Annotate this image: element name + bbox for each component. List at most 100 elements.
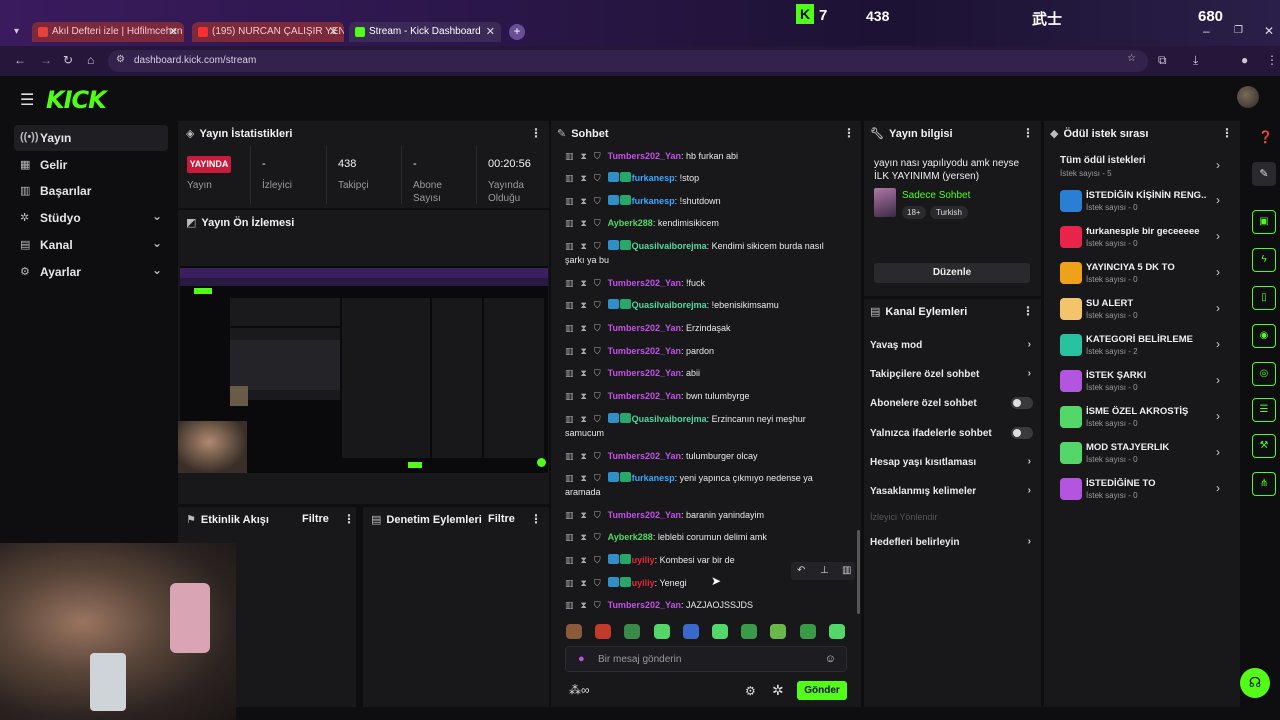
rail-camera-icon[interactable]: ▣ [1252, 210, 1276, 234]
chat-username[interactable]: Tumbers202_Yan [608, 391, 681, 401]
sidebar-item-1[interactable]: ▦ Gelir [14, 152, 168, 178]
rail-list-icon[interactable]: ☰ [1252, 398, 1276, 422]
chat-settings-icon[interactable]: ⚙ [745, 684, 756, 698]
ban-shield-icon[interactable]: ⛉ [594, 473, 601, 483]
chat-username[interactable]: Quasilvaiborejma [632, 241, 707, 251]
chat-username[interactable]: Tumbers202_Yan [608, 510, 681, 520]
chat-commands-icon[interactable]: ⁂∞ [569, 683, 590, 697]
chat-message[interactable]: ▥ ⧗ ⛉ Quasilvaiborejma: !ebenisikimsamu [565, 298, 845, 312]
channel-action-row[interactable]: Hesap yaşı kısıtlaması › [870, 456, 1035, 468]
edit-stream-button[interactable]: Düzenle [874, 263, 1030, 283]
chat-username[interactable]: uyiliy [632, 578, 655, 588]
timeout-hourglass-icon[interactable]: ⧗ [581, 532, 587, 542]
reward-item[interactable]: SU ALERT İstek sayısı - 0 › [1058, 296, 1226, 324]
timeout-hourglass-icon[interactable]: ⧗ [581, 451, 587, 461]
delete-message-icon[interactable]: ▥ [565, 368, 574, 378]
site-info-icon[interactable]: ⚙ [116, 54, 125, 65]
timeout-hourglass-icon[interactable]: ⧗ [581, 391, 587, 401]
rail-broadcast-icon[interactable]: ◎ [1252, 362, 1276, 386]
chat-message[interactable]: ▥ ⧗ ⛉ Tumbers202_Yan: bwn tulumbyrge [565, 389, 845, 403]
timeout-hourglass-icon[interactable]: ⧗ [581, 323, 587, 333]
timeout-hourglass-icon[interactable]: ⧗ [581, 218, 587, 228]
timeout-hourglass-icon[interactable]: ⧗ [581, 555, 587, 565]
delete-message-icon[interactable]: ▥ [565, 532, 574, 542]
browser-menu-icon[interactable]: ⋮ [1266, 53, 1278, 67]
rail-tools-icon[interactable]: ⚒ [1252, 434, 1276, 458]
channel-action-row[interactable]: Hedefleri belirleyin › [870, 536, 1035, 548]
chat-scrollbar[interactable] [857, 530, 860, 614]
delete-message-icon[interactable]: ▥ [565, 346, 574, 356]
chat-username[interactable]: Tumbers202_Yan [608, 278, 681, 288]
chat-message[interactable]: ▥ ⧗ ⛉ Tumbers202_Yan: abii [565, 366, 845, 380]
timeout-hourglass-icon[interactable]: ⧗ [581, 278, 587, 288]
chat-input[interactable]: ● Bir mesaj gönderin ☺ [565, 646, 847, 672]
audit-menu-icon[interactable]: ⋮ [530, 512, 542, 526]
chat-username[interactable]: Tumbers202_Yan [608, 600, 681, 610]
chat-username[interactable]: Tumbers202_Yan [608, 323, 681, 333]
ban-shield-icon[interactable]: ⛉ [594, 391, 601, 401]
reward-item[interactable]: KATEGORİ BELİRLEME İstek sayısı - 2 › [1058, 332, 1226, 360]
timeout-hourglass-icon[interactable]: ⧗ [581, 196, 587, 206]
ban-shield-icon[interactable]: ⛉ [594, 173, 601, 183]
rail-lightning-icon[interactable]: ϟ [1252, 248, 1276, 272]
delete-message-icon[interactable]: ▥ [565, 414, 574, 424]
reply-icon[interactable]: ↶ [797, 565, 805, 576]
emote-icon[interactable] [712, 624, 728, 639]
reward-item[interactable]: MOD STAJYERLIK İstek sayısı - 0 › [1058, 440, 1226, 468]
kick-logo[interactable]: KICK [46, 86, 107, 114]
activity-menu-icon[interactable]: ⋮ [343, 512, 355, 526]
timeout-hourglass-icon[interactable]: ⧗ [581, 578, 587, 588]
sidebar-item-3[interactable]: ✲ Stüdyo ⌄ [14, 205, 168, 231]
channel-action-row[interactable]: Takipçilere özel sohbet › [870, 368, 1035, 380]
ban-shield-icon[interactable]: ⛉ [594, 600, 601, 610]
timeout-hourglass-icon[interactable]: ⧗ [581, 600, 587, 610]
tab-close-icon[interactable]: ✕ [329, 25, 338, 38]
timeout-hourglass-icon[interactable]: ⧗ [581, 368, 587, 378]
tab-close-icon[interactable]: ✕ [486, 25, 495, 38]
emote-icon[interactable] [595, 624, 612, 639]
channel-action-row[interactable]: Yasaklanmış kelimeler › [870, 485, 1035, 497]
tab-list-dropdown-icon[interactable]: ▾ [14, 26, 19, 37]
rail-chat-icon[interactable]: ◉ [1252, 324, 1276, 348]
toggle-switch[interactable] [1011, 427, 1033, 439]
ban-shield-icon[interactable]: ⛉ [594, 578, 601, 588]
chat-username[interactable]: furkanesp [632, 196, 675, 206]
timeout-hourglass-icon[interactable]: ⧗ [581, 414, 587, 424]
chat-message[interactable]: ▥ ⧗ ⛉ furkanesp: yeni yapınca çıkmıyo neden… [565, 471, 845, 499]
chat-username[interactable]: Quasilvaiborejma [632, 414, 707, 424]
chat-username[interactable]: Ayberk288 [608, 532, 653, 542]
forward-icon[interactable]: → [40, 53, 52, 67]
timeout-hourglass-icon[interactable]: ⧗ [581, 151, 587, 161]
ban-shield-icon[interactable]: ⛉ [594, 151, 601, 161]
category-name[interactable]: Sadece Sohbet [902, 190, 970, 201]
chat-message[interactable]: ▥ ⧗ ⛉ furkanesp: !shutdown [565, 194, 845, 208]
chat-username[interactable]: Tumbers202_Yan [608, 346, 681, 356]
chat-username[interactable]: Tumbers202_Yan [608, 368, 681, 378]
delete-message-icon[interactable]: ▥ [565, 173, 574, 183]
chat-message[interactable]: ▥ ⧗ ⛉ Quasilvaiborejma: Kendimi sikicem bur… [565, 239, 845, 267]
chat-message[interactable]: ▥ ⧗ ⛉ furkanesp: !stop [565, 171, 845, 185]
chat-message[interactable]: ▥ ⧗ ⛉ Quasilvaiborejma: Erzincanın neyi meş… [565, 412, 845, 440]
edit-pencil-icon[interactable]: ✎ [1252, 162, 1276, 186]
emote-icon[interactable] [770, 624, 787, 639]
ban-shield-icon[interactable]: ⛉ [594, 532, 601, 542]
reward-menu-icon[interactable]: ⋮ [1221, 126, 1233, 140]
minimize-icon[interactable]: – [1203, 24, 1210, 38]
delete-message-icon[interactable]: ▥ [565, 218, 574, 228]
timeout-hourglass-icon[interactable]: ⧗ [581, 300, 587, 310]
emote-icon[interactable] [799, 624, 816, 639]
microphone-icon[interactable]: ● [578, 653, 585, 665]
emote-icon[interactable] [682, 624, 699, 639]
emoji-icon[interactable]: ☺ [825, 653, 836, 665]
reward-item[interactable]: YAYINCIYA 5 DK TO İstek sayısı - 0 › [1058, 260, 1226, 288]
chat-message[interactable]: ▥ ⧗ ⛉ Tumbers202_Yan: baranin yanindayim [565, 508, 845, 522]
emote-icon[interactable] [566, 624, 582, 639]
user-avatar[interactable] [1237, 86, 1259, 108]
toggle-switch[interactable] [1011, 397, 1033, 409]
activity-filter-button[interactable]: Filtre [302, 513, 329, 525]
ban-shield-icon[interactable]: ⛉ [594, 368, 601, 378]
tab-close-icon[interactable]: ✕ [169, 25, 178, 38]
download-icon[interactable]: ⤓ [1193, 53, 1198, 68]
chat-message[interactable]: ▥ ⧗ ⛉ Ayberk288: leblebi corumun delimi amk [565, 530, 845, 544]
reload-icon[interactable]: ↻ [63, 53, 73, 67]
